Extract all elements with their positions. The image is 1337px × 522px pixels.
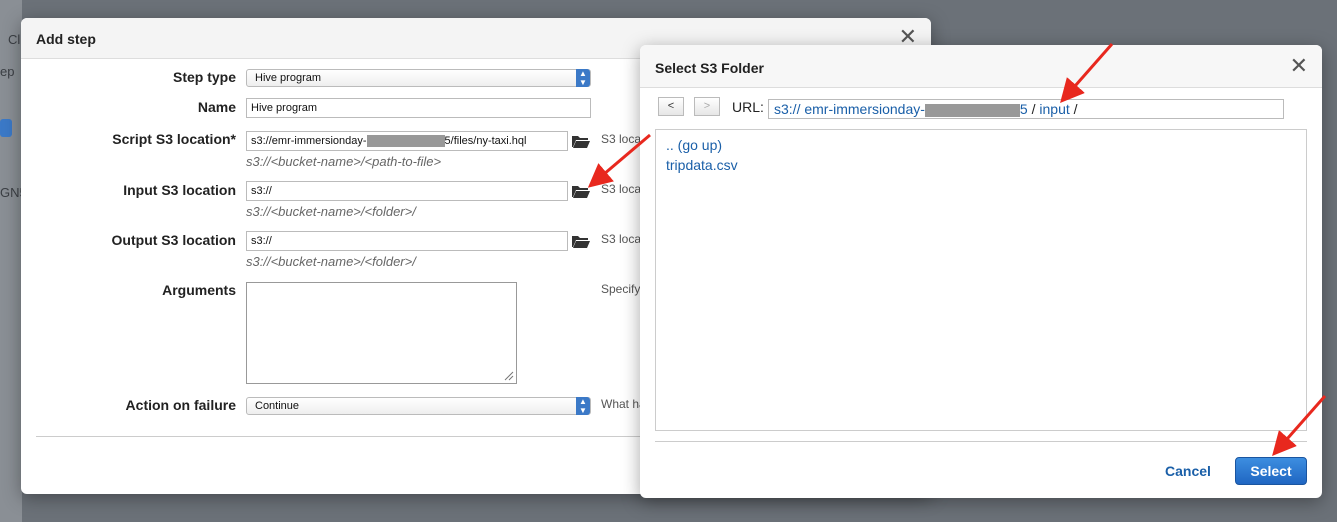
output-location-input[interactable]: s3:// (246, 231, 568, 251)
redacted-block (924, 103, 1020, 117)
step-type-label: Step type (172, 69, 236, 85)
url-separator: / (1031, 101, 1036, 117)
action-on-failure-label: Action on failure (125, 397, 236, 413)
background-text: ep (0, 64, 15, 79)
select-button[interactable]: Select (1235, 457, 1307, 485)
file-list: .. (go up) tripdata.csv (655, 129, 1307, 431)
step-type-value: Hive program (255, 72, 322, 84)
output-side-text: S3 loca (601, 232, 642, 246)
redacted-block (366, 135, 445, 148)
url-label: URL: (732, 99, 764, 115)
folder-open-icon[interactable] (571, 233, 591, 249)
arguments-side-text: Specify (601, 282, 641, 296)
dialog-title: Add step (36, 31, 96, 47)
input-side-text: S3 loca (601, 182, 642, 196)
script-path-suffix: 5/files/ny-taxi.hql (444, 135, 527, 147)
select-arrows-icon: ▲ ▼ (576, 397, 590, 415)
go-up-link[interactable]: .. (go up) (666, 137, 722, 153)
arguments-label: Arguments (162, 282, 236, 298)
forward-button[interactable]: > (694, 97, 720, 116)
select-s3-folder-dialog: Select S3 Folder ✕ < > URL: s3:// emr-im… (640, 45, 1322, 498)
action-on-failure-select[interactable]: Continue ▲ ▼ (246, 397, 591, 415)
url-separator: / (1073, 101, 1078, 117)
name-input[interactable]: Hive program (246, 98, 591, 118)
output-hint: s3://<bucket-name>/<folder>/ (246, 254, 416, 269)
divider (655, 441, 1307, 442)
file-item-tripdata[interactable]: tripdata.csv (666, 157, 738, 173)
input-hint: s3://<bucket-name>/<folder>/ (246, 204, 416, 219)
script-location-label: Script S3 location* (112, 131, 236, 147)
cancel-button[interactable]: Cancel (1165, 463, 1211, 479)
folder-open-icon[interactable] (571, 133, 591, 149)
background-select (0, 119, 12, 137)
close-icon[interactable]: ✕ (1290, 55, 1308, 77)
dialog-header: Select S3 Folder ✕ (640, 45, 1322, 88)
arguments-textarea[interactable] (246, 282, 517, 384)
dialog-title: Select S3 Folder (655, 60, 764, 76)
action-on-failure-value: Continue (255, 400, 300, 412)
input-location-label: Input S3 location (123, 182, 236, 198)
select-arrows-icon: ▲ ▼ (576, 69, 590, 87)
url-input[interactable]: s3:// emr-immersionday- 5 / input / (768, 99, 1284, 119)
back-button[interactable]: < (658, 97, 684, 116)
script-location-input[interactable]: s3://emr-immersionday- 5/files/ny-taxi.hq… (246, 131, 568, 151)
name-label: Name (197, 99, 236, 115)
output-location-label: Output S3 location (111, 232, 236, 248)
resize-handle-icon[interactable] (504, 371, 514, 381)
url-prefix: s3:// emr-immersionday- (774, 101, 925, 117)
step-type-select[interactable]: Hive program ▲ ▼ (246, 69, 591, 87)
action-side-text: What ha (601, 397, 646, 411)
input-location-input[interactable]: s3:// (246, 181, 568, 201)
folder-open-icon[interactable] (571, 183, 591, 199)
url-folder-link[interactable]: input (1039, 101, 1069, 117)
script-hint: s3://<bucket-name>/<path-to-file> (246, 154, 442, 169)
script-path-prefix: s3://emr-immersionday- (251, 135, 367, 147)
background-text: Cl (8, 32, 21, 47)
script-side-text: S3 loca (601, 132, 642, 146)
url-suffix: 5 (1019, 101, 1028, 117)
